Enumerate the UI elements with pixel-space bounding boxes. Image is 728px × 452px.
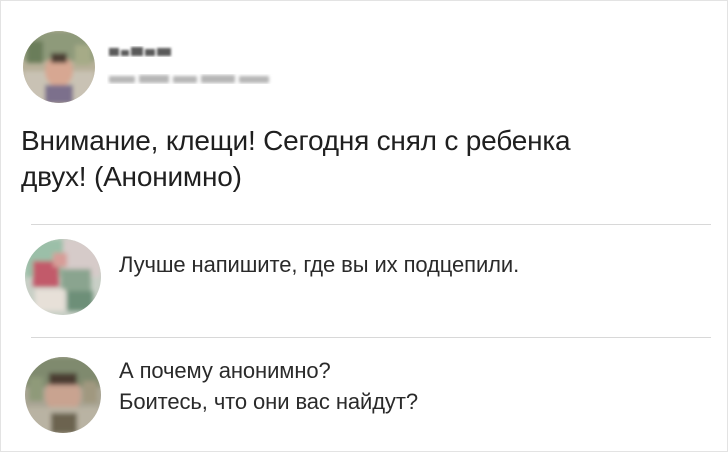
blurred-avatar-icon: [25, 239, 101, 315]
post-header: [19, 23, 719, 109]
author-name-blurred[interactable]: [107, 45, 177, 59]
comment-text-line: Боитесь, что они вас найдут?: [119, 389, 418, 414]
comment: Лучше напишите, где вы их подцепили.: [19, 233, 719, 329]
commenter-avatar[interactable]: [25, 239, 101, 315]
post-card: Внимание, клещи! Сегодня снял с ребенка …: [0, 0, 728, 452]
divider: [31, 224, 711, 225]
comment-text: Лучше напишите, где вы их подцепили.: [119, 249, 519, 280]
author-avatar[interactable]: [23, 31, 95, 103]
blurred-avatar-icon: [25, 357, 101, 433]
post-text-line: двух! (Анонимно): [21, 161, 242, 192]
blurred-text-icon: [109, 47, 171, 56]
post-meta-blurred: [107, 73, 277, 85]
blurred-avatar-icon: [23, 31, 95, 103]
divider: [31, 337, 711, 338]
comment-text: А почему анонимно? Боитесь, что они вас …: [119, 355, 418, 417]
comment-text-line: Лучше напишите, где вы их подцепили.: [119, 252, 520, 277]
comment-text-line: А почему анонимно?: [119, 358, 331, 383]
blurred-text-icon: [109, 75, 269, 83]
comment: А почему анонимно? Боитесь, что они вас …: [19, 345, 719, 445]
post-text-line: Внимание, клещи! Сегодня снял с ребенка: [21, 125, 571, 156]
post-text: Внимание, клещи! Сегодня снял с ребенка …: [21, 123, 721, 195]
commenter-avatar[interactable]: [25, 357, 101, 433]
